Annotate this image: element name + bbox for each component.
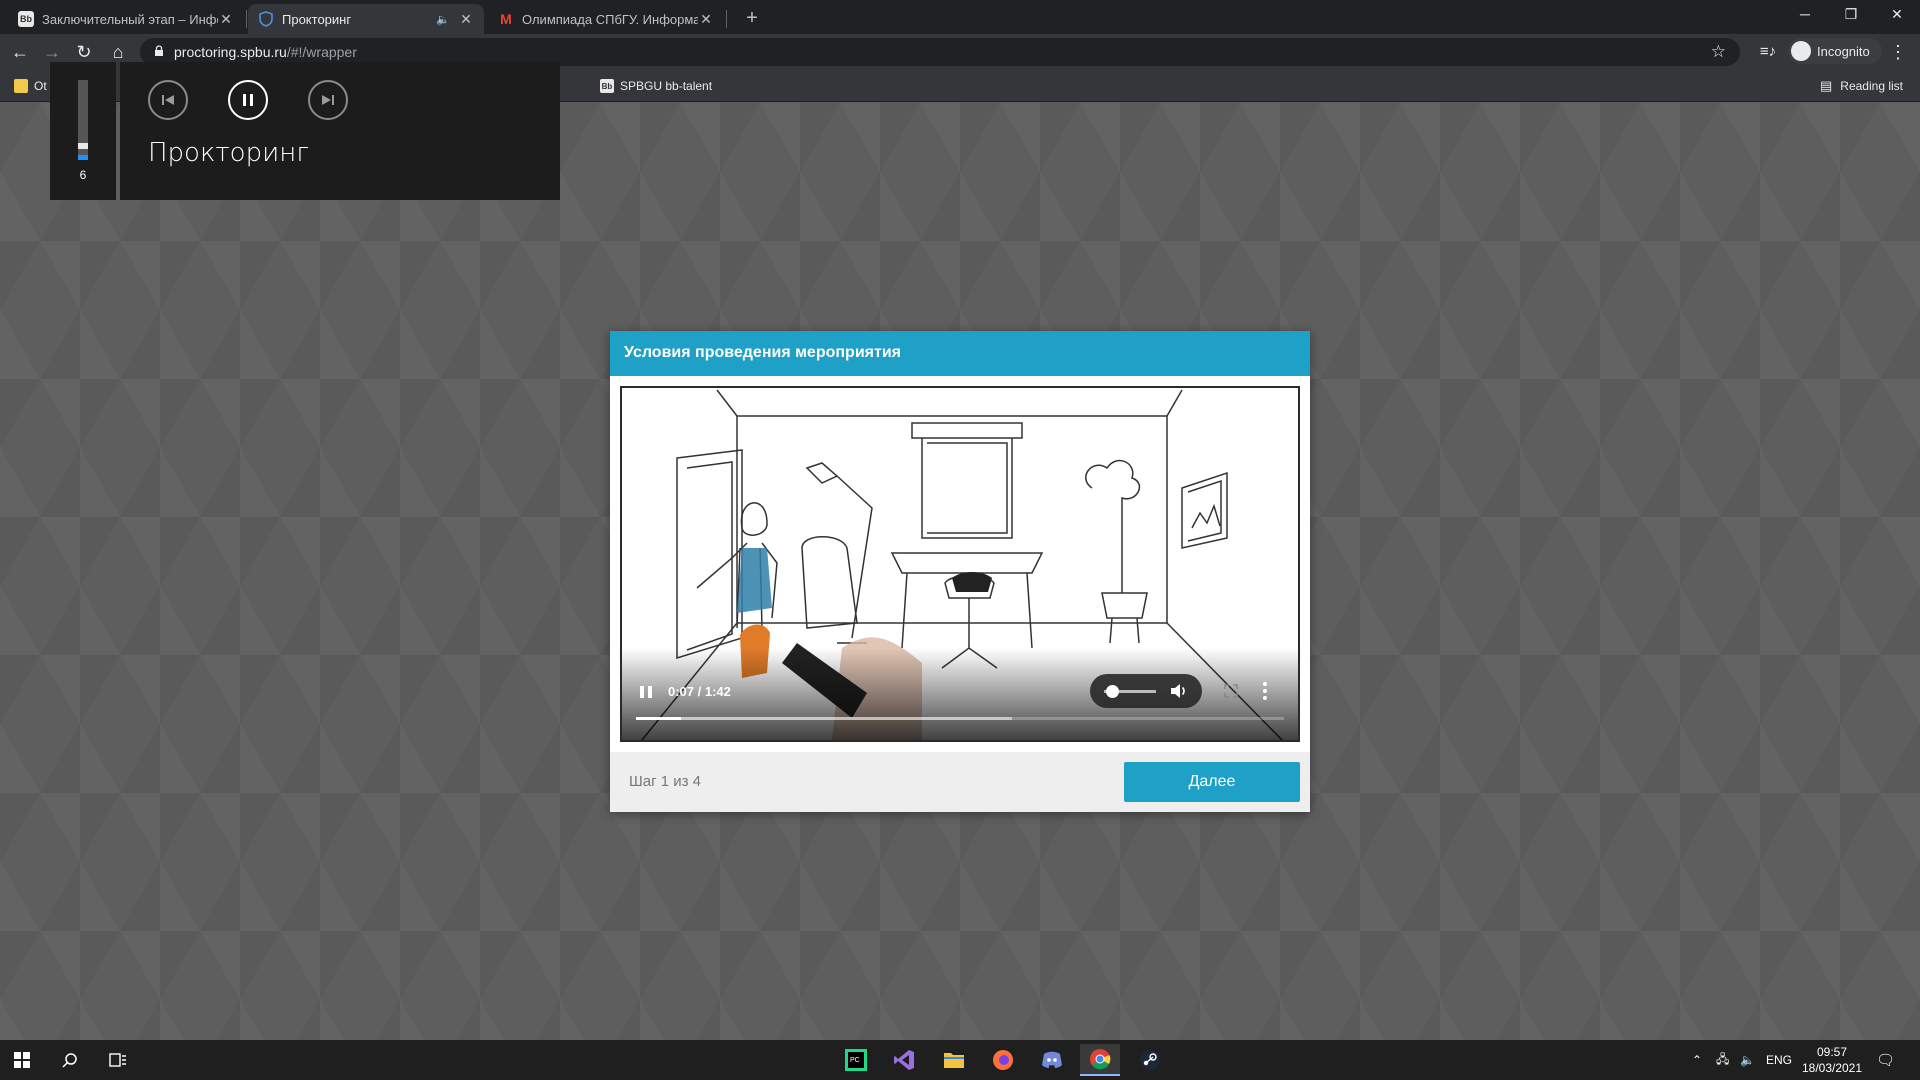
volume-track[interactable] — [78, 80, 88, 160]
new-tab-button[interactable]: + — [738, 5, 766, 33]
reading-list-label: Reading list — [1840, 79, 1903, 93]
incognito-badge[interactable]: Incognito — [1788, 38, 1882, 64]
media-control-icon[interactable]: ≡♪ — [1756, 38, 1780, 66]
incognito-icon — [1791, 41, 1811, 61]
clock-time: 09:57 — [1816, 1045, 1848, 1059]
video-pause-button[interactable] — [636, 682, 656, 702]
clock[interactable]: 09:57 18/03/2021 — [1792, 1044, 1872, 1076]
start-button[interactable] — [2, 1044, 42, 1076]
dialog-footer: Шаг 1 из 4 Далее — [610, 752, 1310, 812]
event-conditions-dialog: Условия проведения мероприятия 0:07 / 1:… — [610, 331, 1310, 812]
bookmark-bb-talent[interactable]: Bb SPBGU bb-talent — [600, 77, 712, 95]
language-indicator[interactable]: ENG — [1766, 1040, 1792, 1080]
more-menu-icon[interactable]: ⋮ — [1886, 38, 1910, 66]
gmail-icon: M — [500, 11, 512, 27]
restore-icon[interactable]: ❐ — [1828, 0, 1874, 30]
windows-icon — [14, 1052, 30, 1068]
folder-icon — [14, 79, 28, 93]
bookmark-folder[interactable]: Ot — [14, 77, 47, 95]
tab-strip: Bb Заключительный этап – Инфор... ✕ Прок… — [0, 0, 1920, 34]
video-volume-control[interactable] — [1090, 674, 1202, 708]
tab-separator — [726, 10, 727, 28]
svg-text:PC: PC — [850, 1057, 860, 1064]
video-time: 0:07 / 1:42 — [668, 684, 731, 699]
volume-slider-thumb[interactable] — [1105, 685, 1119, 698]
step-indicator: Шаг 1 из 4 — [629, 773, 702, 790]
minimize-icon[interactable]: ─ — [1782, 0, 1828, 30]
fullscreen-icon[interactable] — [1224, 684, 1238, 698]
bookmark-label: SPBGU bb-talent — [620, 79, 713, 93]
clock-date: 18/03/2021 — [1801, 1061, 1863, 1075]
blackboard-icon: Bb — [600, 79, 614, 93]
pause-icon — [243, 94, 253, 106]
close-tab-icon[interactable]: ✕ — [458, 11, 474, 28]
tab-final-stage[interactable]: Bb Заключительный этап – Инфор... ✕ — [8, 4, 244, 34]
previous-icon — [162, 95, 174, 105]
chrome-icon[interactable] — [1080, 1044, 1120, 1076]
steam-icon[interactable] — [1130, 1044, 1170, 1076]
video-buffered — [636, 717, 1012, 720]
media-flyout: Прокторинг — [120, 62, 560, 200]
play-pause-button[interactable] — [228, 80, 268, 120]
reading-list-icon: ▤ — [1820, 78, 1833, 93]
pycharm-icon[interactable]: PC — [836, 1044, 876, 1076]
next-icon — [322, 95, 334, 105]
tab-title: Прокторинг — [282, 11, 352, 27]
volume-flyout[interactable]: 6 — [50, 62, 116, 200]
discord-icon[interactable] — [1032, 1044, 1072, 1076]
blackboard-icon: Bb — [18, 11, 34, 27]
tab-olympiad[interactable]: M Олимпиада СПбГУ. Информати... ✕ — [488, 4, 724, 34]
tray-overflow-icon[interactable]: ⌃ — [1692, 1040, 1702, 1080]
notifications-icon[interactable]: 🗨 — [1876, 1040, 1895, 1080]
video-player[interactable]: 0:07 / 1:42 — [620, 386, 1300, 742]
tab-title: Заключительный этап – Инфор... — [42, 11, 218, 27]
tab-audio-icon[interactable]: 🔈 — [436, 13, 452, 26]
next-track-button[interactable] — [308, 80, 348, 120]
volume-icon[interactable]: 🔈 — [1740, 1040, 1755, 1080]
media-title: Прокторинг — [148, 138, 309, 168]
volume-fill — [78, 155, 88, 160]
task-view-button[interactable] — [98, 1044, 138, 1076]
windows-taskbar: PC ⌃ 🖧 🔈 ENG 09:57 18/03/2021 🗨 — [0, 1040, 1920, 1080]
next-button[interactable]: Далее — [1124, 762, 1300, 802]
close-tab-icon[interactable]: ✕ — [218, 11, 234, 28]
tab-proctoring[interactable]: Прокторинг 🔈 ✕ — [248, 4, 484, 34]
url-text: proctoring.spbu.ru/#!/wrapper — [174, 44, 357, 60]
shield-icon — [258, 11, 274, 27]
firefox-icon[interactable] — [983, 1044, 1023, 1076]
video-controls: 0:07 / 1:42 — [622, 648, 1298, 740]
tab-title: Олимпиада СПбГУ. Информати... — [522, 11, 698, 27]
close-window-icon[interactable]: ✕ — [1874, 0, 1920, 30]
previous-track-button[interactable] — [148, 80, 188, 120]
incognito-label: Incognito — [1817, 43, 1870, 59]
search-icon — [62, 1053, 77, 1068]
network-icon[interactable]: 🖧 — [1716, 1040, 1729, 1080]
tab-separator — [246, 10, 247, 28]
video-more-icon[interactable] — [1262, 680, 1268, 702]
dialog-title: Условия проведения мероприятия — [610, 331, 1310, 376]
volume-thumb[interactable] — [78, 143, 88, 150]
url-host: proctoring.spbu.ru — [174, 44, 287, 60]
close-tab-icon[interactable]: ✕ — [698, 11, 714, 28]
bookmark-label: Ot — [34, 79, 47, 93]
url-path: /#!/wrapper — [286, 44, 357, 60]
video-played — [636, 717, 682, 720]
lock-icon[interactable] — [154, 45, 164, 56]
task-view-icon — [109, 1053, 126, 1067]
file-explorer-icon[interactable] — [934, 1044, 974, 1076]
bookmark-star-icon[interactable]: ☆ — [1711, 42, 1726, 62]
search-button[interactable] — [50, 1044, 90, 1076]
reading-list-button[interactable]: ▤ Reading list — [1820, 77, 1903, 95]
speaker-icon[interactable] — [1168, 681, 1188, 701]
video-progress-bar[interactable] — [636, 717, 1284, 720]
volume-number: 6 — [79, 168, 87, 182]
visual-studio-icon[interactable] — [884, 1044, 924, 1076]
back-icon[interactable]: ← — [6, 38, 34, 66]
